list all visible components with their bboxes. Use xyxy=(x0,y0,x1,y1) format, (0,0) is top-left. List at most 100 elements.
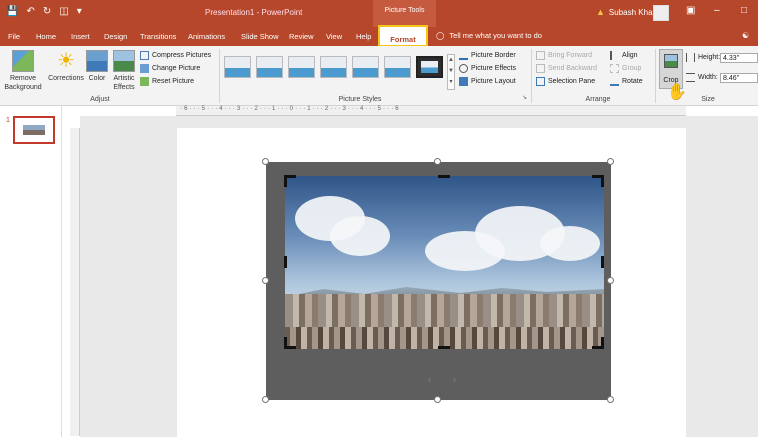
tab-help[interactable]: Help xyxy=(356,32,371,41)
bring-forward-button[interactable]: Bring Forward xyxy=(536,51,592,60)
horizontal-ruler: · 6 · · · 5 · · · 4 · · · 3 · · · 2 · · … xyxy=(176,106,686,116)
selection-pane-icon xyxy=(536,77,545,86)
group-button[interactable]: Group xyxy=(610,64,641,73)
send-backward-button[interactable]: Send Backward xyxy=(536,64,597,73)
picture-layout-icon xyxy=(459,77,468,86)
send-backward-icon xyxy=(536,64,545,73)
width-label: Width: xyxy=(698,74,718,81)
tab-slide-show[interactable]: Slide Show xyxy=(241,32,279,41)
picture-effects-icon xyxy=(459,64,468,73)
tab-format[interactable]: Format xyxy=(378,25,428,47)
picture-styles-scroll[interactable]: ▲ ▼ ▾ xyxy=(447,54,455,90)
picture-layout-button[interactable]: Picture Layout xyxy=(459,77,516,86)
width-input[interactable]: 8.46" xyxy=(720,73,758,83)
crop-handle-top-right[interactable] xyxy=(601,175,604,187)
user-account[interactable]: ▲ Subash Kharel xyxy=(596,7,661,17)
ribbon: Remove Background ☀ Corrections Color Ar… xyxy=(0,46,758,106)
rotate-icon xyxy=(610,77,619,86)
slide-thumbnail-pane: 1 xyxy=(0,106,62,437)
crop-handle-right[interactable] xyxy=(601,256,604,268)
redo-icon[interactable]: ↻ xyxy=(43,6,51,17)
selection-pane-label: Selection Pane xyxy=(548,78,596,85)
maximize-icon[interactable]: □ xyxy=(741,5,747,16)
lightbulb-icon: ◯ xyxy=(436,31,445,40)
remove-background-label: Remove Background xyxy=(4,75,42,91)
resize-handle[interactable] xyxy=(434,396,441,403)
tab-home[interactable]: Home xyxy=(36,32,56,41)
resize-handle[interactable] xyxy=(262,396,269,403)
tab-file[interactable]: File xyxy=(8,32,20,41)
share-icon[interactable]: ☯ xyxy=(742,31,749,40)
save-icon[interactable]: 💾 xyxy=(6,6,18,17)
corrections-label: Corrections xyxy=(48,75,84,82)
crop-handle-top-left[interactable] xyxy=(284,175,287,187)
picture-style-4[interactable] xyxy=(320,56,347,78)
tab-transitions[interactable]: Transitions xyxy=(140,32,176,41)
compress-icon xyxy=(140,51,149,60)
undo-icon[interactable]: ↶ xyxy=(26,6,34,17)
group-label: Group xyxy=(622,65,642,72)
picture-style-3[interactable] xyxy=(288,56,315,78)
corrections-button[interactable]: ☀ Corrections xyxy=(46,50,86,83)
crop-handle-bottom[interactable] xyxy=(438,346,450,349)
prev-arrow-icon: ‹ xyxy=(428,374,431,384)
crop-handle-bottom-right[interactable] xyxy=(601,337,604,349)
height-label: Height: xyxy=(698,54,721,61)
avatar[interactable] xyxy=(653,5,669,21)
slide-thumbnail[interactable] xyxy=(13,116,55,144)
picture-effects-label: Picture Effects xyxy=(471,65,517,72)
picture-style-2[interactable] xyxy=(256,56,283,78)
bring-forward-icon xyxy=(536,51,545,60)
height-input[interactable]: 4.33" xyxy=(720,53,758,63)
picture-border-button[interactable]: Picture Border xyxy=(459,51,516,60)
customize-qat-icon[interactable]: ▾ xyxy=(77,6,82,17)
picture-style-1[interactable] xyxy=(224,56,251,78)
resize-handle[interactable] xyxy=(434,158,441,165)
change-picture-button[interactable]: Change Picture xyxy=(140,64,200,73)
picture-styles-launcher-icon[interactable]: ↘ xyxy=(522,94,527,101)
ribbon-display-options-icon[interactable]: ▣ xyxy=(686,5,695,16)
reset-picture-button[interactable]: Reset Picture xyxy=(140,77,194,86)
tab-design[interactable]: Design xyxy=(104,32,127,41)
rotate-label: Rotate xyxy=(622,78,643,85)
warning-icon: ▲ xyxy=(596,7,605,17)
color-button[interactable]: Color xyxy=(86,50,108,83)
minimize-icon[interactable]: – xyxy=(714,5,720,16)
reset-picture-icon xyxy=(140,77,149,86)
align-button[interactable]: Align xyxy=(610,51,638,60)
group-divider xyxy=(655,49,656,103)
artistic-effects-button[interactable]: Artistic Effects xyxy=(109,50,139,92)
rotate-button[interactable]: Rotate xyxy=(610,77,643,86)
compress-pictures-label: Compress Pictures xyxy=(152,52,212,59)
picture[interactable] xyxy=(285,176,604,349)
tell-me-search[interactable]: ◯ Tell me what you want to do xyxy=(436,31,542,40)
tab-view[interactable]: View xyxy=(326,32,342,41)
height-icon xyxy=(686,53,695,62)
resize-handle[interactable] xyxy=(262,277,269,284)
picture-style-7[interactable] xyxy=(416,56,443,78)
picture-style-5[interactable] xyxy=(352,56,379,78)
resize-handle[interactable] xyxy=(607,158,614,165)
start-from-beginning-icon[interactable]: ◫ xyxy=(59,6,68,17)
resize-handle[interactable] xyxy=(607,396,614,403)
quick-access-toolbar: 💾 ↶ ↻ ◫ ▾ xyxy=(6,6,82,17)
adjust-group-label: Adjust xyxy=(90,96,110,103)
compress-pictures-button[interactable]: Compress Pictures xyxy=(140,51,211,60)
vertical-ruler xyxy=(70,128,80,436)
crop-handle-left[interactable] xyxy=(284,256,287,268)
crop-handle-bottom-left[interactable] xyxy=(284,337,287,349)
height-field-label: Height: xyxy=(686,53,720,62)
resize-handle[interactable] xyxy=(607,277,614,284)
send-backward-label: Send Backward xyxy=(548,65,598,72)
remove-background-button[interactable]: Remove Background xyxy=(4,50,42,92)
picture-effects-button[interactable]: Picture Effects xyxy=(459,64,516,73)
change-picture-icon xyxy=(140,64,149,73)
tab-animations[interactable]: Animations xyxy=(188,32,225,41)
crop-handle-top[interactable] xyxy=(438,175,450,178)
resize-handle[interactable] xyxy=(262,158,269,165)
picture-style-6[interactable] xyxy=(384,56,411,78)
tab-insert[interactable]: Insert xyxy=(71,32,90,41)
pencil-icon xyxy=(459,51,468,60)
tab-review[interactable]: Review xyxy=(289,32,314,41)
selection-pane-button[interactable]: Selection Pane xyxy=(536,77,595,86)
